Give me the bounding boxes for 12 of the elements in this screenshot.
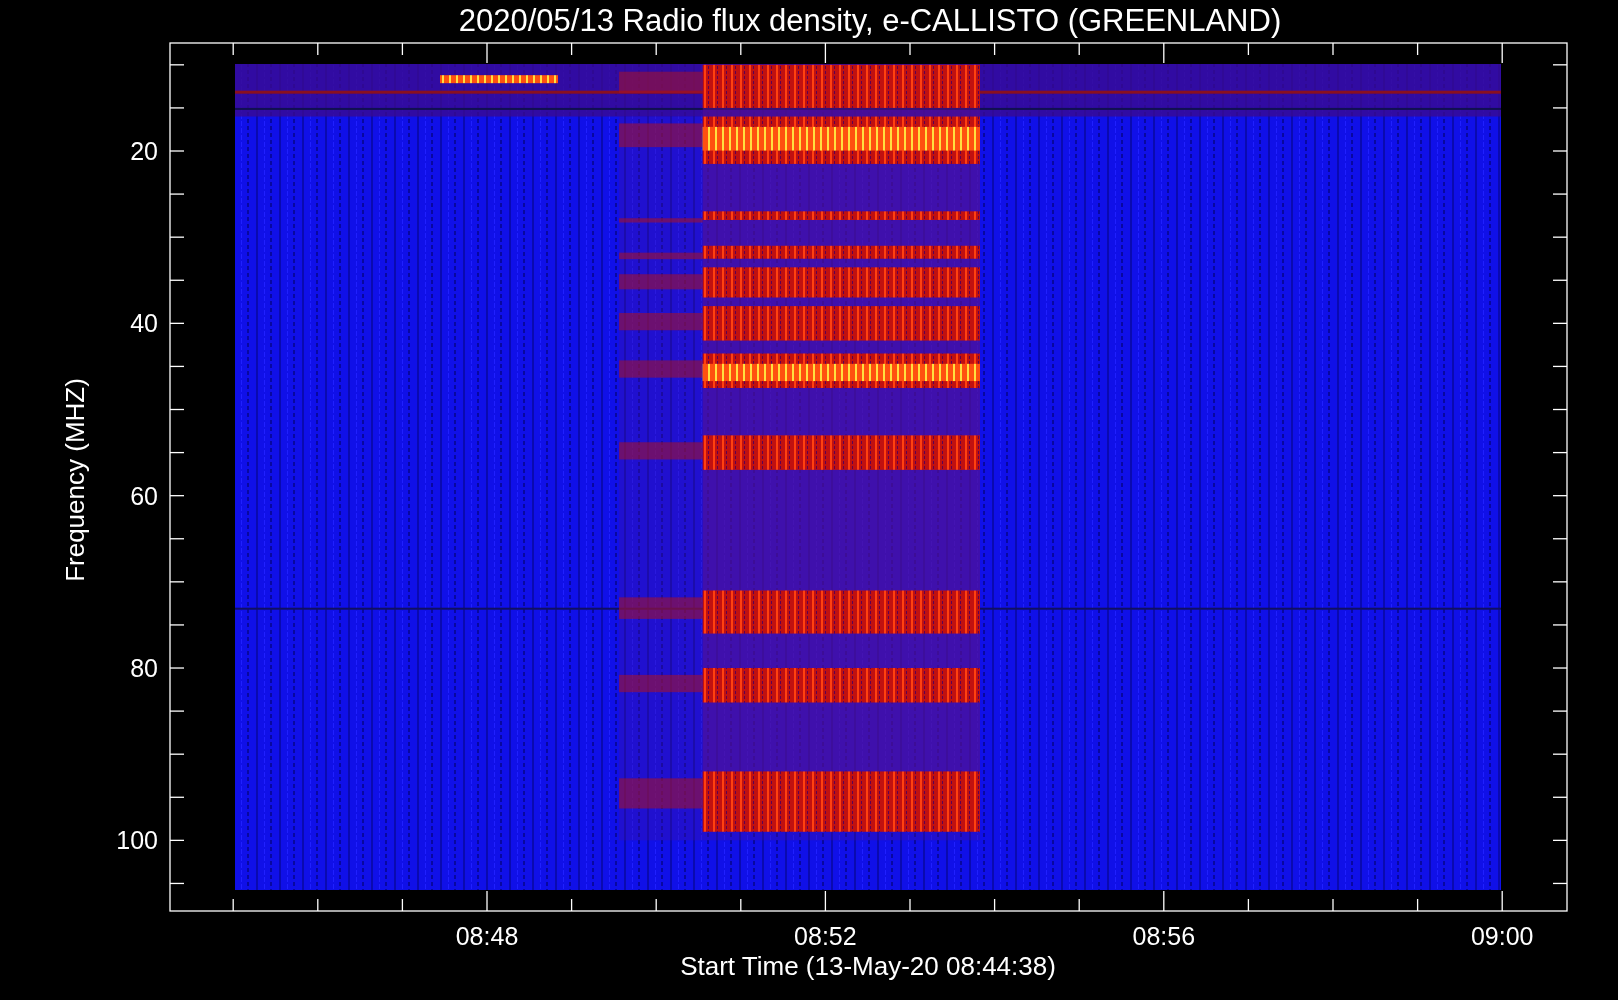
y-tick-label: 100 bbox=[116, 826, 158, 855]
x-tick-label: 08:48 bbox=[455, 922, 519, 950]
x-tick-label: 08:52 bbox=[794, 922, 857, 950]
y-tick-label: 80 bbox=[130, 654, 158, 682]
y-tick-label: 20 bbox=[130, 137, 158, 165]
x-tick-label: 09:00 bbox=[1470, 922, 1534, 950]
chart-title: 2020/05/13 Radio flux density, e-CALLISTO (GREENLAND) bbox=[458, 3, 1282, 38]
y-axis-label: Frequency (MHZ) bbox=[60, 378, 90, 582]
y-tick-label: 60 bbox=[130, 481, 158, 510]
y-tick-label: 40 bbox=[130, 309, 158, 338]
x-tick-label: 08:56 bbox=[1132, 922, 1196, 950]
x-axis-label: Start Time (13-May-20 08:44:38) bbox=[680, 951, 1056, 981]
